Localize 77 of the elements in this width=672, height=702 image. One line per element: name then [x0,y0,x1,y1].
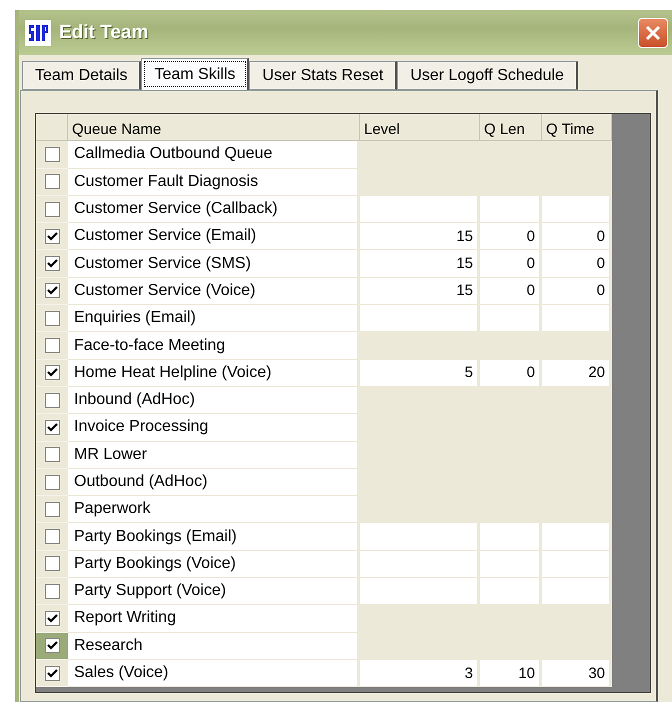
table-cell: 20 [542,360,612,387]
table-cell: Party Bookings (Voice) [68,550,360,578]
table-cell: Party Bookings (Email) [68,523,360,551]
app-icon [25,20,51,46]
checkbox[interactable] [44,556,60,572]
table-cell: Customer Fault Diagnosis [68,168,360,196]
table-cell: Outbound (AdHoc) [68,468,360,496]
table-cell: Paperwork [68,496,360,524]
table-cell [542,305,612,332]
checkbox[interactable] [44,283,60,298]
table-cell: 0 [542,223,612,250]
table-cell: 10 [480,660,542,688]
table-cell: 15 [360,278,480,306]
tab[interactable]: Team Skills [141,58,250,90]
checkbox[interactable] [44,202,60,217]
table-cell [542,578,612,606]
checkbox[interactable] [44,256,60,272]
table-cell: 0 [480,250,542,278]
window-title: Edit Team [59,22,150,44]
tab[interactable]: User Stats Reset [249,61,398,90]
table-cell [480,196,542,224]
table-cell: 0 [542,278,612,306]
close-icon [644,24,662,42]
table-cell: Sales (Voice) [68,660,360,688]
tab[interactable]: Team Details [22,61,142,90]
checkbox[interactable] [44,420,60,435]
table-cell [542,523,612,551]
table-cell: MR Lower [68,442,360,469]
table-cell [542,550,612,578]
checkbox[interactable] [44,666,60,681]
table-cell: Face-to-face Meeting [68,332,360,360]
checkbox[interactable] [44,610,60,626]
table-cell: Invoice Processing [68,414,360,442]
tab[interactable]: User Logoff Schedule [397,61,578,90]
checkbox[interactable] [44,447,60,462]
table-cell: Report Writing [68,605,360,633]
column-header[interactable]: Level [360,114,480,142]
table-cell [480,523,542,551]
column-header[interactable]: Q Time [542,114,612,142]
table-cell: 0 [480,360,542,387]
checkbox[interactable] [44,228,60,244]
table-cell [480,578,542,606]
table-cell: 30 [542,660,612,688]
close-button[interactable] [638,18,668,48]
checkbox[interactable] [44,392,60,408]
table-cell [480,305,542,332]
table-cell: 3 [360,660,480,688]
table-cell: 15 [360,250,480,278]
table-cell: Inbound (AdHoc) [68,386,360,414]
table-cell: Customer Service (SMS) [68,250,360,278]
table-cell: 0 [542,250,612,278]
table-cell: Callmedia Outbound Queue [68,141,360,169]
table-cell: Customer Service (Voice) [68,278,360,306]
checkbox[interactable] [44,584,60,599]
column-header[interactable]: Q Len [480,114,542,142]
table-cell [480,550,542,578]
table-cell: Customer Service (Callback) [68,196,360,224]
checkbox[interactable] [44,338,60,354]
checkbox[interactable] [44,474,60,490]
table-cell: Home Heat Helpline (Voice) [68,360,360,387]
checkbox[interactable] [44,310,60,326]
table-cell [542,196,612,224]
table-cell: Party Support (Voice) [68,578,360,606]
table-cell: 15 [360,223,480,250]
checkbox[interactable] [44,529,60,544]
table-cell: 0 [480,278,542,306]
checkbox[interactable] [44,174,60,190]
checkbox[interactable] [44,638,60,654]
checkbox[interactable] [44,502,60,517]
table-cell: Research [68,632,360,660]
table-cell: Customer Service (Email) [68,223,360,250]
checkbox[interactable] [44,365,60,380]
table-cell: 5 [360,360,480,387]
column-header[interactable]: Queue Name [68,114,360,142]
table-cell: 0 [480,223,542,250]
table-cell: Enquiries (Email) [68,305,360,332]
checkbox[interactable] [44,146,60,162]
